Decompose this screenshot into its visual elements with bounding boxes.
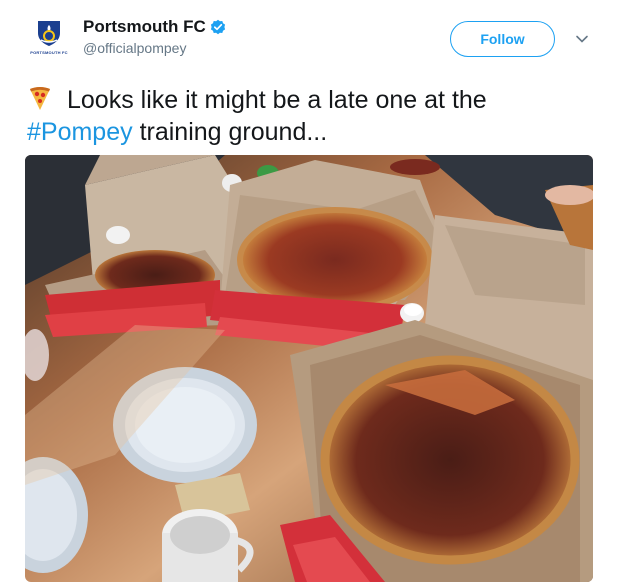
tweet-photo[interactable]	[25, 155, 593, 582]
verified-badge-icon	[210, 19, 225, 35]
tweet-text-line2: training ground...	[132, 118, 328, 146]
account-info: Portsmouth FC @officialpompey	[83, 17, 226, 56]
account-handle[interactable]: @officialpompey	[83, 40, 226, 56]
pizza-icon	[30, 87, 50, 110]
crest-logo-icon	[38, 21, 60, 46]
avatar-caption: PORTSMOUTH FC	[30, 50, 68, 55]
avatar[interactable]: PORTSMOUTH FC	[25, 16, 73, 64]
chevron-down-icon[interactable]	[575, 32, 589, 46]
tweet-text-line1: Looks like it might be a late one at the	[67, 86, 487, 114]
account-name[interactable]: Portsmouth FC	[83, 17, 206, 37]
follow-button[interactable]: Follow	[450, 21, 555, 57]
hashtag-link[interactable]: #Pompey	[27, 118, 133, 146]
pizza-table-photo	[25, 155, 593, 582]
tweet-header: PORTSMOUTH FC Portsmouth FC @officialpom…	[0, 0, 624, 80]
tweet-text: Looks like it might be a late one at the…	[27, 84, 602, 148]
